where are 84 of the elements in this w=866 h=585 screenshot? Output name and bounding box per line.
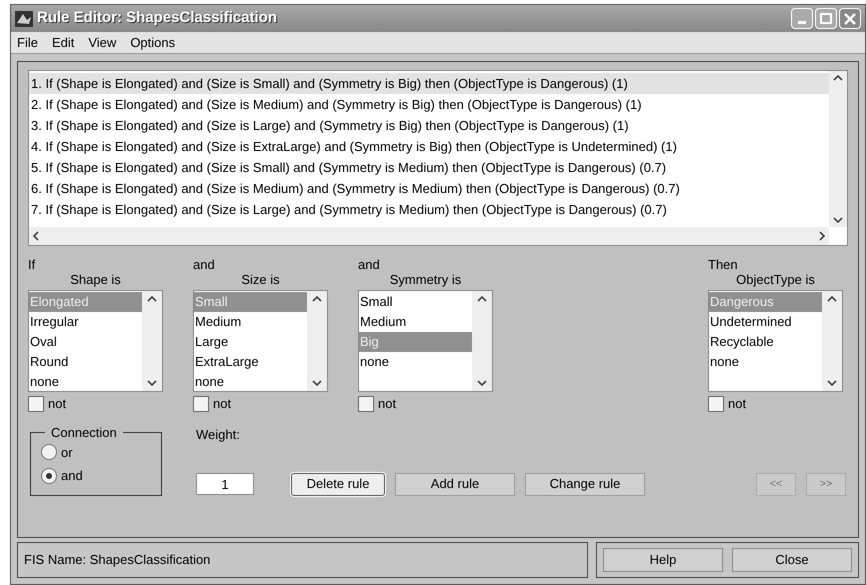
rule-item[interactable]: 4. If (Shape is Elongated) and (Size is ExtraLarge) and (Symmetry is Big) then (ObjectType is Undetermined) (1) xyxy=(29,136,829,157)
membership-list[interactable]: Dangerous Undetermined Recyclable none xyxy=(708,290,843,392)
action-button[interactable]: Change rule xyxy=(525,472,645,496)
variable-label: Shape is xyxy=(69,272,122,288)
menu-item[interactable]: File xyxy=(17,32,38,52)
minimize-button[interactable] xyxy=(791,8,813,29)
variable-label: Size is xyxy=(240,272,281,288)
checkbox-label: not xyxy=(378,395,396,413)
action-button[interactable]: Delete rule xyxy=(291,472,385,496)
checkbox-label: not xyxy=(48,395,66,413)
list-item[interactable]: none xyxy=(194,372,307,391)
scroll-down-icon xyxy=(833,217,843,223)
close-button[interactable] xyxy=(839,8,861,29)
radio-button[interactable] xyxy=(41,444,57,460)
list-item[interactable]: Medium xyxy=(359,312,472,332)
rule-item[interactable]: 7. If (Shape is Elongated) and (Size is Large) and (Symmetry is Medium) then (ObjectType is Dangerous) (0.7) xyxy=(29,199,829,220)
checkbox-label: not xyxy=(728,395,746,413)
list-item[interactable]: Recyclable xyxy=(709,332,822,352)
list-item[interactable]: none xyxy=(709,352,822,372)
horizontal-scrollbar[interactable] xyxy=(29,227,829,245)
scroll-up-icon xyxy=(477,296,487,302)
vertical-scrollbar[interactable] xyxy=(472,291,492,391)
checkbox[interactable] xyxy=(358,396,374,412)
list-item[interactable]: ExtraLarge xyxy=(194,352,307,372)
checkbox[interactable] xyxy=(28,396,44,412)
scroll-left-icon xyxy=(33,231,39,241)
rule-item[interactable]: 1. If (Shape is Elongated) and (Size is Small) and (Symmetry is Big) then (ObjectType is Dangerous) (1) xyxy=(29,73,829,94)
vertical-scrollbar[interactable] xyxy=(822,291,842,391)
list-item[interactable]: none xyxy=(29,372,142,391)
scroll-up-icon xyxy=(833,75,843,81)
weight-field[interactable]: 1 xyxy=(196,473,254,495)
list-item[interactable]: Small xyxy=(359,292,472,312)
menu-item[interactable]: Options xyxy=(130,32,176,52)
list-item[interactable]: Undetermined xyxy=(709,312,822,332)
vertical-scrollbar[interactable] xyxy=(142,291,162,391)
rule-item[interactable]: 5. If (Shape is Elongated) and (Size is Small) and (Symmetry is Medium) then (ObjectType is Dangerous) (0.7) xyxy=(29,157,829,178)
radio-label: and xyxy=(61,467,83,485)
scroll-up-icon xyxy=(147,296,157,302)
variable-label: ObjectType is xyxy=(735,272,816,288)
condition-label: and xyxy=(358,258,381,272)
list-item[interactable]: Large xyxy=(194,332,307,352)
radio-label: or xyxy=(61,444,73,462)
scroll-down-icon xyxy=(477,380,487,386)
action-button[interactable]: Add rule xyxy=(395,472,515,496)
list-item[interactable]: Medium xyxy=(194,312,307,332)
maximize-icon xyxy=(820,13,832,24)
variable-label: Symmetry is xyxy=(388,272,462,288)
scroll-up-icon xyxy=(827,296,837,302)
menu-item[interactable]: View xyxy=(88,32,116,52)
footer-button[interactable]: Close xyxy=(732,548,852,572)
list-item[interactable]: none xyxy=(359,352,472,372)
checkbox[interactable] xyxy=(193,396,209,412)
membership-list[interactable]: Small Medium Big none xyxy=(358,290,493,392)
close-icon xyxy=(844,12,856,24)
vertical-scrollbar[interactable] xyxy=(307,291,327,391)
checkbox[interactable] xyxy=(708,396,724,412)
condition-label: and xyxy=(193,258,216,272)
list-item[interactable]: Irregular xyxy=(29,312,142,332)
scroll-down-icon xyxy=(312,380,322,386)
condition-label: If xyxy=(28,258,36,272)
maximize-button[interactable] xyxy=(815,8,837,29)
fis-name-text: FIS Name: ShapesClassification xyxy=(24,551,210,570)
list-item[interactable]: Oval xyxy=(29,332,142,352)
scroll-down-icon xyxy=(147,380,157,386)
nav-button: << xyxy=(756,472,796,496)
radio-button[interactable] xyxy=(41,468,57,484)
scroll-right-icon xyxy=(819,231,825,241)
condition-label: Then xyxy=(708,258,739,272)
rule-item[interactable]: 2. If (Shape is Elongated) and (Size is Medium) and (Symmetry is Big) then (ObjectType is Dangerous) (1) xyxy=(29,94,829,115)
menu-item[interactable]: Edit xyxy=(52,32,74,52)
vertical-scrollbar[interactable] xyxy=(829,71,847,227)
weight-label: Weight: xyxy=(196,426,241,444)
minimize-icon xyxy=(798,21,806,24)
rule-item[interactable]: 3. If (Shape is Elongated) and (Size is Large) and (Symmetry is Big) then (ObjectType is Dangerous) (1) xyxy=(29,115,829,136)
rule-item[interactable]: 6. If (Shape is Elongated) and (Size is Medium) and (Symmetry is Medium) then (ObjectType is Dangerous) (0.7) xyxy=(29,178,829,199)
footer-button[interactable]: Help xyxy=(603,548,723,572)
nav-button: >> xyxy=(806,472,846,496)
list-item[interactable]: Round xyxy=(29,352,142,372)
app-logo-icon xyxy=(15,10,33,26)
window-title: Rule Editor: ShapesClassification xyxy=(37,8,278,28)
checkbox-label: not xyxy=(213,395,232,413)
scroll-up-icon xyxy=(312,296,322,302)
rule-list[interactable] xyxy=(28,70,848,246)
scroll-down-icon xyxy=(827,380,837,386)
